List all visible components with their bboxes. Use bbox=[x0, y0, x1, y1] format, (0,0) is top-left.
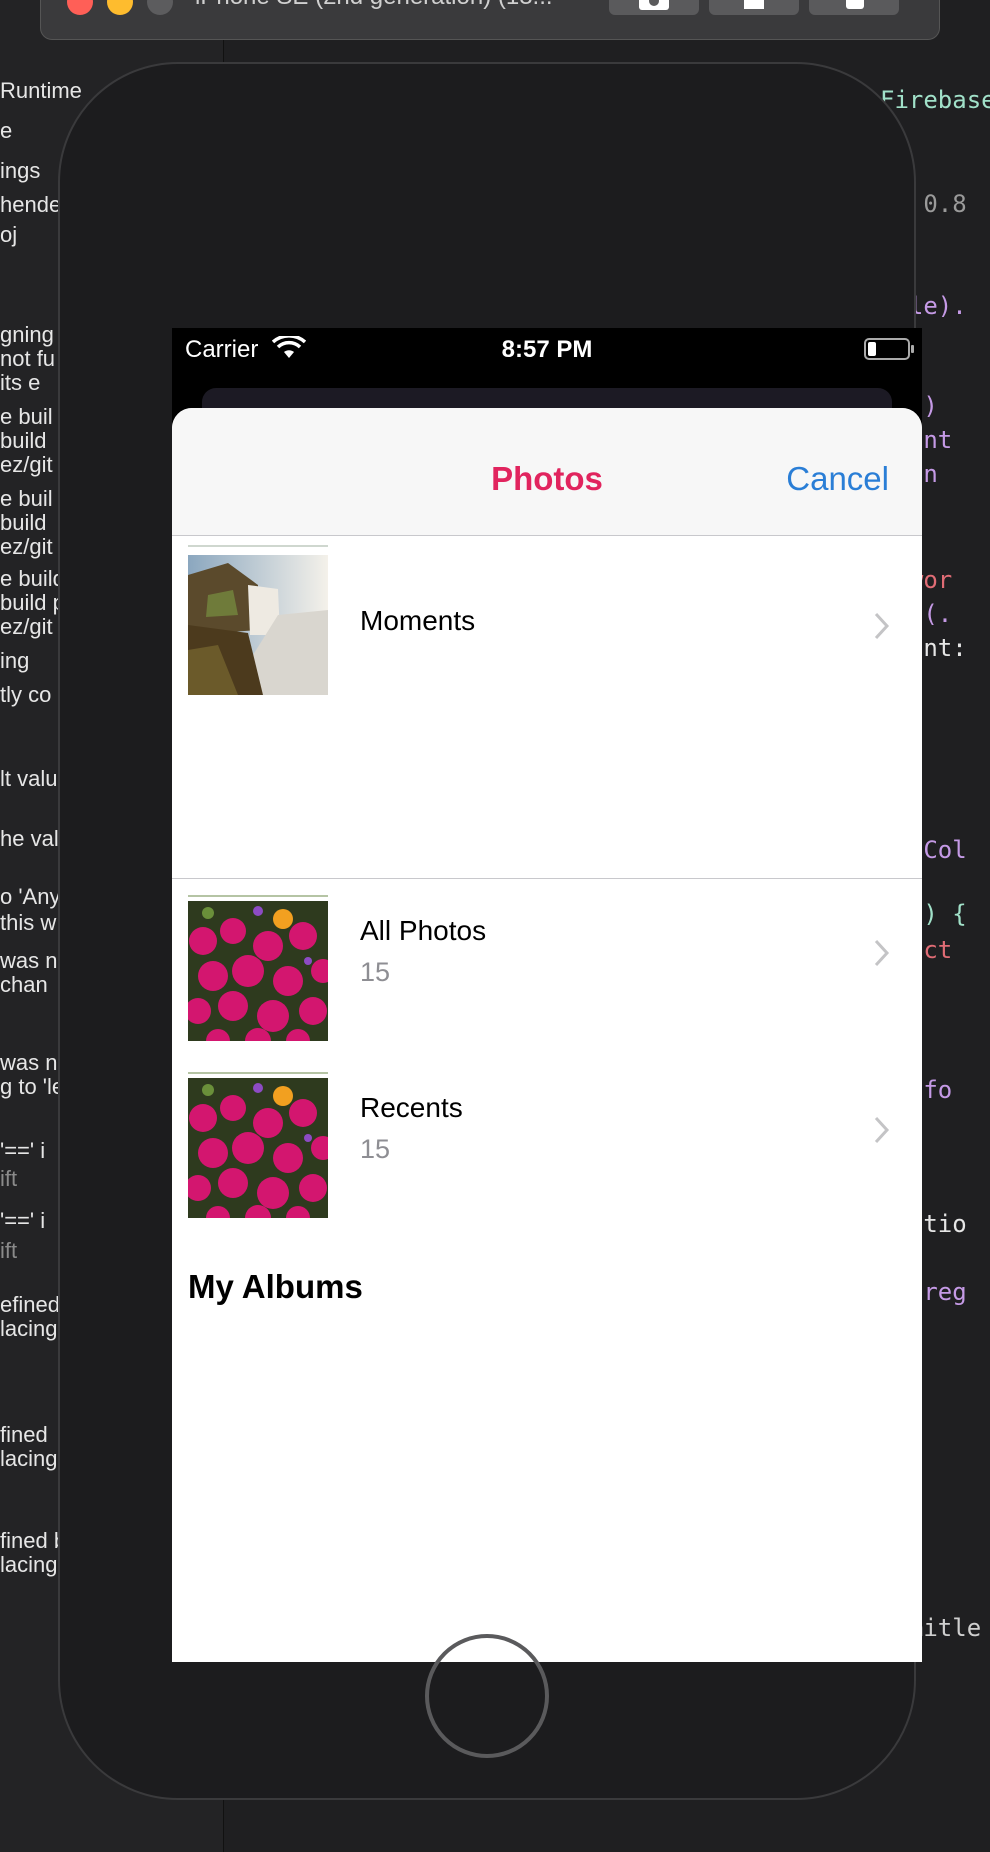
status-bar: Carrier 8:57 PM bbox=[172, 328, 922, 368]
log-line: g to 'le bbox=[0, 1074, 65, 1099]
zoom-window-button[interactable] bbox=[147, 0, 173, 15]
rotate-button[interactable] bbox=[809, 0, 899, 15]
rotate-icon bbox=[846, 0, 864, 9]
log-line: ez/git bbox=[0, 534, 53, 559]
chevron-right-icon bbox=[874, 1116, 890, 1144]
album-row-moments[interactable]: Moments bbox=[172, 537, 922, 716]
log-line: ings bbox=[0, 158, 41, 183]
code-line: Firebase bbox=[880, 86, 990, 114]
close-window-button[interactable] bbox=[67, 0, 93, 15]
iphone-simulator: Carrier 8:57 PM Photos Cancel Moments Al… bbox=[58, 62, 922, 1800]
log-line: e buil bbox=[0, 486, 53, 511]
log-line: '==' i bbox=[0, 1138, 46, 1163]
album-title: Moments bbox=[360, 605, 476, 636]
log-line: he val bbox=[0, 826, 59, 851]
device-screen: Carrier 8:57 PM Photos Cancel Moments Al… bbox=[172, 328, 922, 1662]
log-line: ift bbox=[0, 1166, 18, 1191]
cancel-button[interactable]: Cancel bbox=[786, 460, 889, 498]
flower-image bbox=[188, 901, 328, 1041]
battery-level bbox=[868, 342, 876, 356]
navigation-bar: Photos Cancel bbox=[172, 408, 922, 536]
runtime-header: Runtime bbox=[0, 78, 82, 103]
album-row-all-photos[interactable]: All Photos 15 bbox=[172, 879, 922, 1056]
log-line: oj bbox=[0, 222, 18, 247]
log-line: tly co bbox=[0, 682, 52, 707]
log-line: lt valu bbox=[0, 766, 58, 791]
album-thumbnail bbox=[188, 1078, 328, 1218]
log-line: fined bbox=[0, 1422, 48, 1447]
window-title: iPhone SE (2nd generation) (13... bbox=[195, 0, 553, 11]
log-line: ez/git bbox=[0, 614, 53, 639]
album-title: All Photos bbox=[360, 915, 487, 946]
chevron-right-icon bbox=[874, 939, 890, 967]
log-line: gning bbox=[0, 322, 54, 347]
album-row-recents[interactable]: Recents 15 bbox=[172, 1056, 922, 1233]
log-line: ing bbox=[0, 648, 30, 673]
log-line: efined bbox=[0, 1292, 60, 1317]
log-line: e buil bbox=[0, 404, 53, 429]
log-line: ift bbox=[0, 1238, 18, 1263]
log-line: build bbox=[0, 510, 47, 535]
log-line: o 'Any bbox=[0, 884, 61, 909]
device-home-button[interactable] bbox=[425, 1634, 549, 1758]
log-line: chan bbox=[0, 972, 48, 997]
log-line: its e bbox=[0, 370, 41, 395]
battery-icon bbox=[864, 338, 914, 360]
simulator-titlebar: iPhone SE (2nd generation) (13... bbox=[40, 0, 940, 40]
photo-picker-sheet: Photos Cancel Moments All Photos 15 Rece… bbox=[172, 408, 922, 1662]
home-button[interactable] bbox=[709, 0, 799, 15]
flower-image bbox=[188, 1078, 328, 1218]
home-icon bbox=[744, 0, 764, 9]
album-thumbnail bbox=[188, 555, 328, 695]
log-line: build bbox=[0, 428, 47, 453]
album-thumbnail bbox=[188, 901, 328, 1041]
status-time: 8:57 PM bbox=[501, 336, 593, 363]
log-line: this w bbox=[0, 910, 57, 935]
album-count: 15 bbox=[360, 1134, 391, 1164]
camera-icon bbox=[639, 0, 669, 10]
log-line: not fu bbox=[0, 346, 56, 371]
log-line: hende bbox=[0, 192, 62, 217]
log-line: lacing bbox=[0, 1316, 58, 1341]
log-line: e bbox=[0, 118, 13, 143]
album-count: 15 bbox=[360, 957, 391, 987]
my-albums-header: My Albums bbox=[188, 1268, 363, 1305]
log-line: lacing bbox=[0, 1446, 58, 1471]
log-line: ez/git bbox=[0, 452, 53, 477]
log-line: '==' i bbox=[0, 1208, 46, 1233]
log-line: e build bbox=[0, 566, 65, 591]
thumbnail-stack-edge bbox=[188, 545, 328, 551]
minimize-window-button[interactable] bbox=[107, 0, 133, 15]
screenshot-button[interactable] bbox=[609, 0, 699, 15]
log-line: was n bbox=[0, 948, 58, 973]
album-title: Recents bbox=[360, 1092, 463, 1123]
waterfall-image bbox=[188, 555, 328, 695]
chevron-right-icon bbox=[874, 612, 890, 640]
log-line: build p bbox=[0, 590, 65, 615]
